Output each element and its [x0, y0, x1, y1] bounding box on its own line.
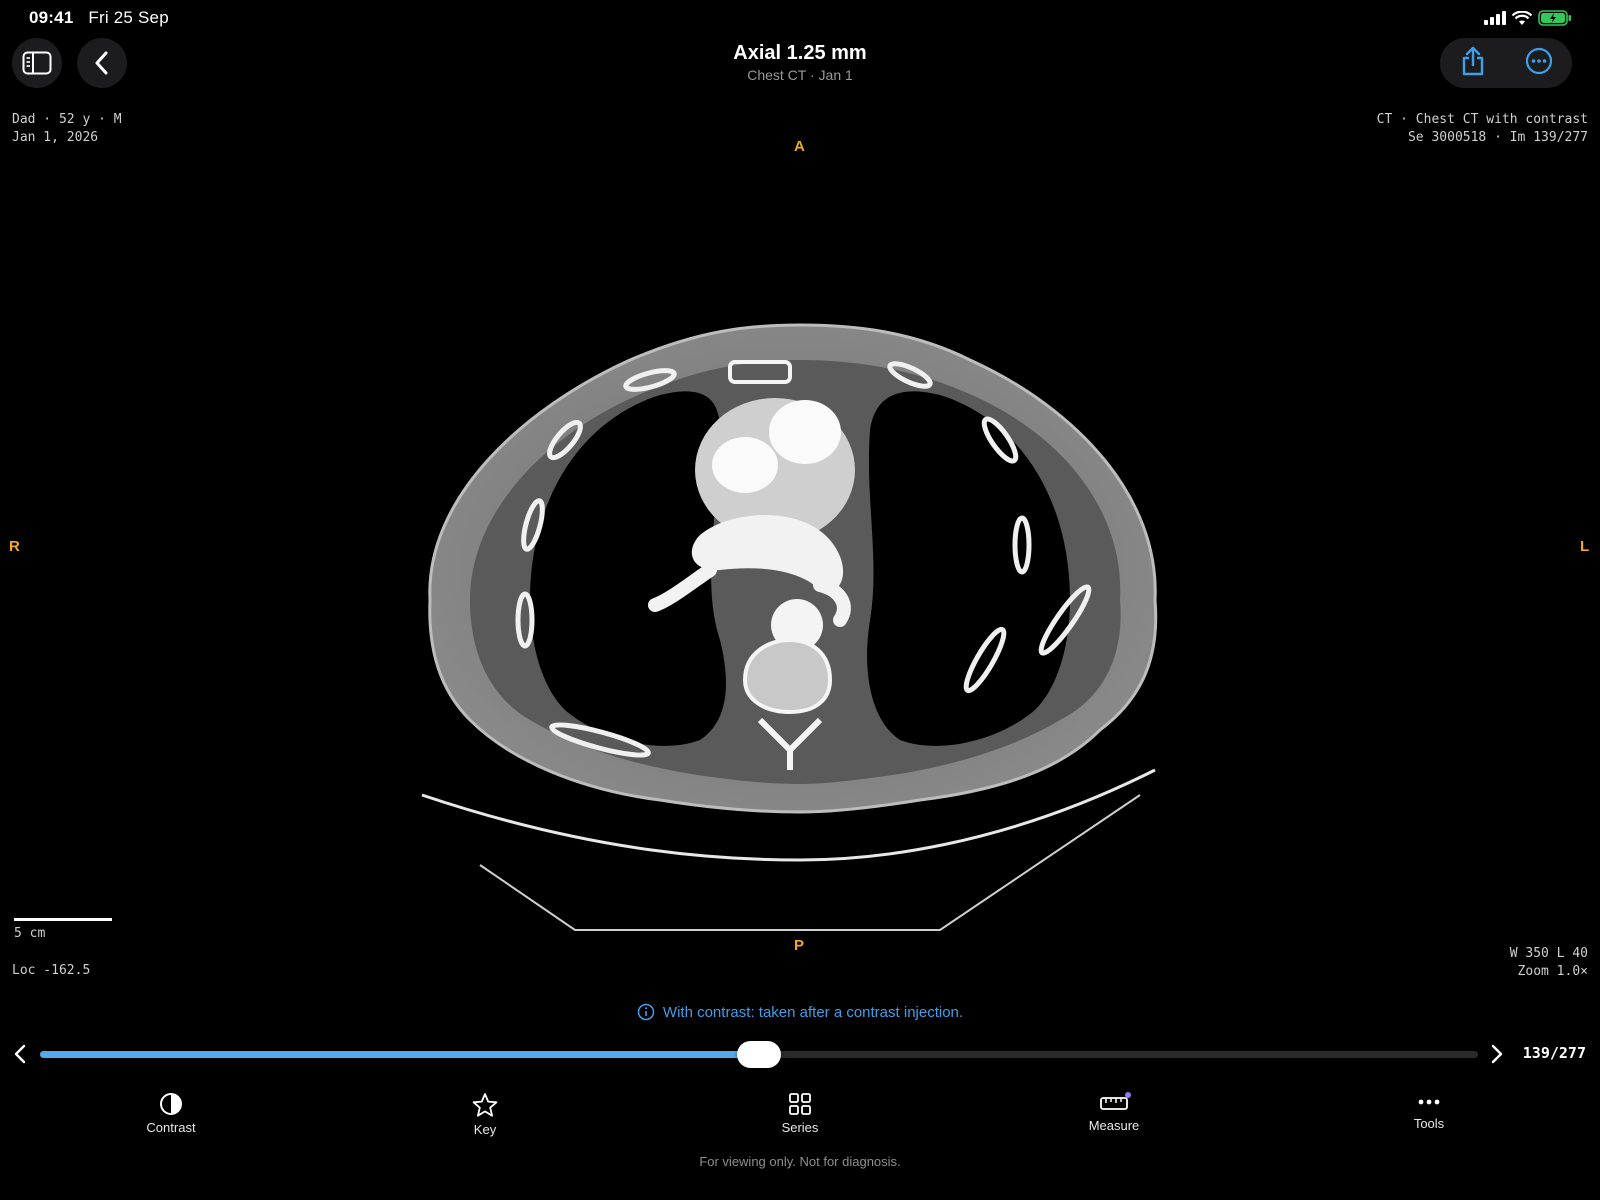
disclaimer: For viewing only. Not for diagnosis.: [699, 1154, 901, 1169]
page-subtitle: Chest CT · Jan 1: [747, 67, 853, 83]
ellipsis-icon: [1418, 1099, 1440, 1105]
tab-series-label: Series: [781, 1120, 819, 1135]
vertebra: [742, 637, 833, 715]
patient-name: Dad · 52 y · M: [12, 112, 122, 127]
status-clock: 09:41: [29, 8, 74, 27]
more-icon: [1525, 47, 1552, 74]
page-title: Axial 1.25 mm: [733, 42, 867, 64]
status-indicators: [1484, 10, 1572, 26]
zoom-level: Zoom 1.0×: [1517, 964, 1588, 979]
bottom-toolbar: Contrast Key Series Measure Tools: [0, 1090, 1600, 1150]
more-button[interactable]: [1525, 47, 1553, 80]
contrast-info: With contrast: taken after a contrast in…: [0, 1003, 1600, 1021]
ruler-icon: [1100, 1092, 1131, 1110]
tab-measure-label: Measure: [1088, 1118, 1140, 1133]
star-icon: [472, 1093, 498, 1117]
next-image-button[interactable]: [1489, 1043, 1505, 1070]
tab-series[interactable]: Series: [740, 1092, 860, 1135]
contrast-icon: [160, 1093, 182, 1115]
window-level: W 350 L 40: [1509, 946, 1588, 961]
ascending-aorta: [712, 437, 778, 493]
tab-contrast-label: Contrast: [146, 1120, 196, 1135]
patient-info: Dad · 52 y · M Jan 1, 2026: [12, 111, 122, 147]
contrast-info-text: With contrast: taken after a contrast in…: [662, 1003, 964, 1021]
scanner-table-base: [479, 794, 1141, 931]
tab-measure[interactable]: Measure: [1054, 1092, 1174, 1133]
share-button[interactable]: [1460, 46, 1486, 81]
image-slider[interactable]: [40, 1041, 1478, 1068]
series-image-info: Se 3000518 · Im 139/277: [1407, 130, 1588, 145]
signal-icon: [1484, 11, 1506, 25]
scale-label: 5 cm: [14, 926, 46, 941]
slider-fill: [40, 1051, 759, 1058]
orientation-top: A: [794, 138, 805, 155]
previous-image-button[interactable]: [12, 1043, 28, 1070]
slider-thumb[interactable]: [737, 1041, 781, 1068]
tab-contrast[interactable]: Contrast: [111, 1092, 231, 1135]
info-icon: [637, 1003, 655, 1021]
grid-icon: [789, 1093, 811, 1115]
study-date: Jan 1, 2026: [12, 130, 99, 145]
location-readout: Loc -162.5: [12, 963, 91, 978]
study-description: CT · Chest CT with contrast: [1376, 112, 1588, 127]
orientation-right: L: [1580, 538, 1590, 555]
wifi-icon: [1512, 10, 1532, 25]
share-icon: [1462, 46, 1483, 75]
orientation-left: R: [9, 538, 20, 555]
ct-scan-image[interactable]: [400, 300, 1200, 940]
tab-key[interactable]: Key: [425, 1092, 545, 1137]
battery-icon: [1538, 10, 1571, 26]
tab-key-label: Key: [473, 1122, 497, 1137]
tab-tools[interactable]: Tools: [1369, 1092, 1489, 1131]
tab-tools-label: Tools: [1413, 1116, 1445, 1131]
pulmonary-trunk: [769, 400, 841, 464]
study-info: CT · Chest CT with contrast Se 3000518 ·…: [1377, 111, 1588, 147]
window-info: W 350 L 40 Zoom 1.0×: [1510, 945, 1588, 981]
image-counter: 139/277: [1522, 1044, 1586, 1062]
chevron-right-icon: [1491, 1044, 1503, 1064]
status-time: 09:41 Fri 25 Sep: [29, 8, 169, 28]
header-actions: [1440, 38, 1572, 88]
measure-badge: [1125, 1092, 1131, 1098]
status-date: Fri 25 Sep: [88, 8, 169, 27]
chevron-left-icon: [14, 1044, 26, 1064]
scale-bar: [14, 918, 112, 921]
